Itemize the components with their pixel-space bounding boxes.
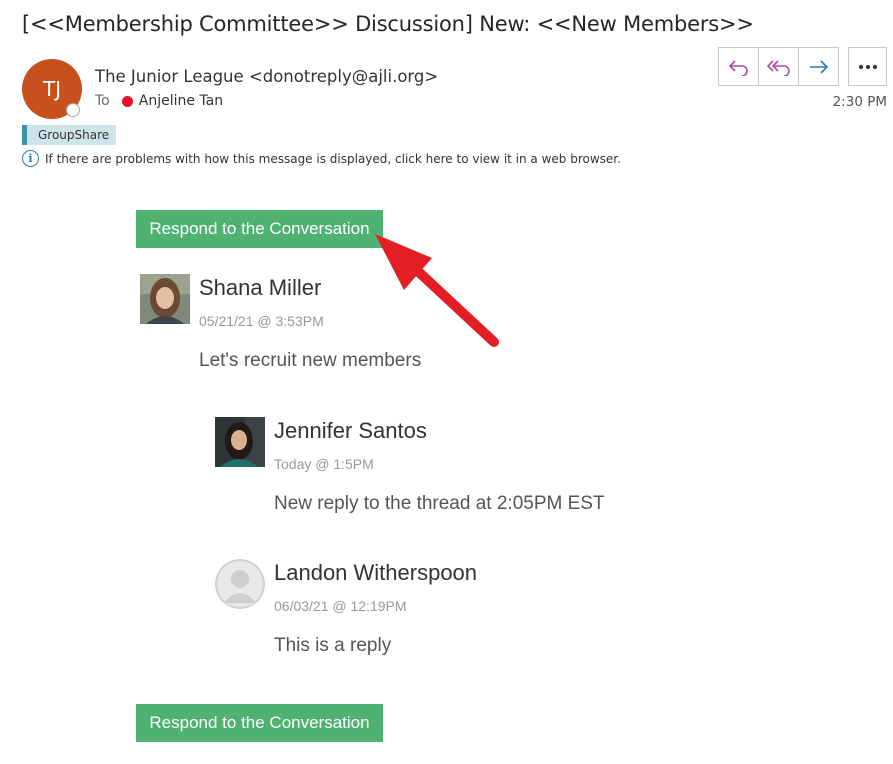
- to-label: To: [95, 93, 110, 109]
- post-author: Shana Miller: [199, 275, 322, 300]
- respond-button-bottom[interactable]: Respond to the Conversation: [136, 704, 383, 742]
- forward-icon: [809, 59, 828, 74]
- recipient-row: To Anjeline Tan: [95, 93, 223, 109]
- display-problem-notice[interactable]: i If there are problems with how this me…: [22, 150, 621, 167]
- received-time: 2:30 PM: [832, 94, 887, 110]
- sender-name[interactable]: The Junior League <donotreply@ajli.org>: [95, 67, 438, 86]
- presence-status-icon: [66, 103, 80, 117]
- more-actions-button[interactable]: [848, 47, 887, 86]
- post-date: 05/21/21 @ 3:53PM: [199, 313, 324, 329]
- reply-author: Jennifer Santos: [274, 418, 427, 443]
- respond-button-top[interactable]: Respond to the Conversation: [136, 210, 383, 248]
- info-icon: i: [22, 150, 39, 167]
- reply-all-icon: [766, 59, 790, 76]
- email-subject: [<<Membership Committee>> Discussion] Ne…: [22, 12, 754, 36]
- reply-all-button[interactable]: [759, 48, 799, 85]
- reply-date: Today @ 1:5PM: [274, 456, 374, 472]
- shana-miller-avatar: [140, 274, 190, 324]
- forward-button[interactable]: [799, 48, 838, 85]
- recipient-status-icon: [121, 95, 133, 107]
- reply-date: 06/03/21 @ 12:19PM: [274, 598, 407, 614]
- recipient-name[interactable]: Anjeline Tan: [139, 93, 223, 109]
- jennifer-santos-avatar: [215, 417, 265, 467]
- reply-message: New reply to the thread at 2:05PM EST: [274, 493, 605, 514]
- category-tag[interactable]: GroupShare: [22, 125, 117, 145]
- more-icon: [858, 64, 877, 69]
- reply-button[interactable]: [719, 48, 759, 85]
- reply-message: This is a reply: [274, 635, 392, 656]
- reply-author: Landon Witherspoon: [274, 560, 478, 585]
- post-message: Let's recruit new members: [199, 350, 422, 371]
- message-actions-toolbar: [718, 47, 839, 86]
- landon-witherspoon-avatar: [215, 559, 265, 609]
- reply-icon: [728, 59, 748, 76]
- info-text: If there are problems with how this mess…: [45, 151, 621, 166]
- annotation-arrow-icon: [375, 234, 499, 347]
